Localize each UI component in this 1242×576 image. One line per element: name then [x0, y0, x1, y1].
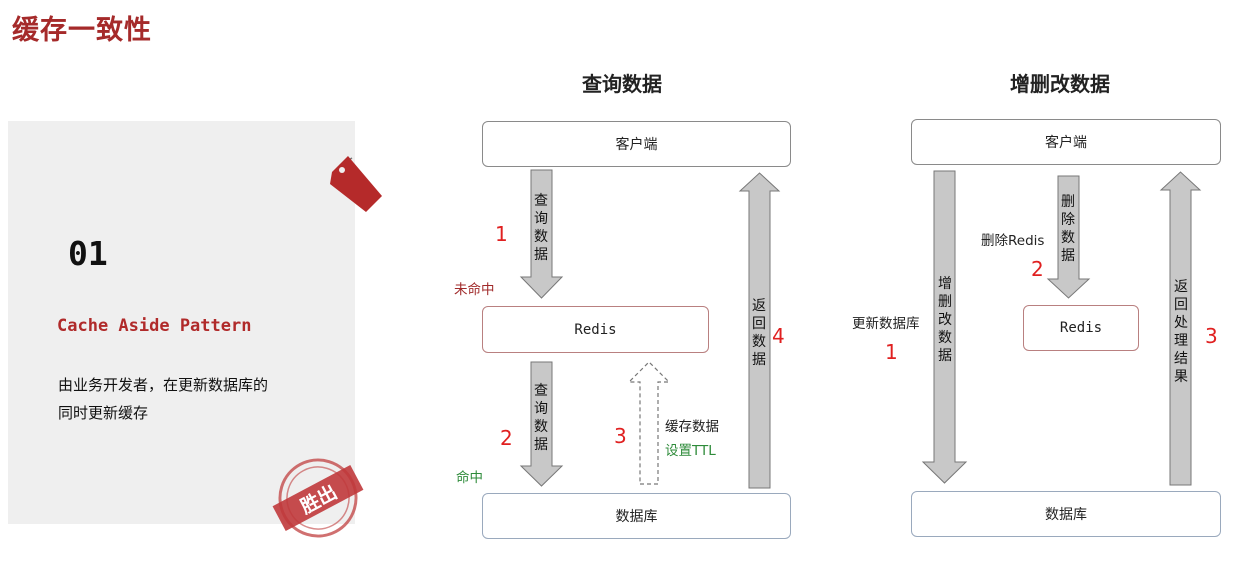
query-arrow-cache-up	[627, 361, 671, 485]
query-db-box: 数据库	[482, 493, 791, 539]
query-step-3: 3	[614, 424, 627, 448]
query-return-text: 返回数据	[752, 298, 766, 368]
update-section-title: 增删改数据	[1010, 72, 1110, 96]
update-redis-box: Redis	[1023, 305, 1139, 351]
query-step-1: 1	[495, 222, 508, 246]
update-step-1: 1	[885, 340, 898, 364]
query-arrow-2-text: 查询数据	[534, 383, 548, 453]
query-arrow-1-text: 查询数据	[534, 193, 548, 263]
query-client-box: 客户端	[482, 121, 791, 167]
query-db-label: 数据库	[615, 509, 658, 525]
query-client-label: 客户端	[615, 137, 658, 153]
delete-redis-label: 删除Redis	[981, 233, 1045, 249]
query-section-title: 查询数据	[582, 72, 662, 96]
cache-miss-label: 未命中	[454, 282, 495, 298]
update-step-2: 2	[1031, 257, 1044, 281]
update-db-box: 数据库	[911, 491, 1221, 537]
update-client-box: 客户端	[911, 119, 1221, 165]
query-step-4: 4	[772, 324, 785, 348]
update-client-label: 客户端	[1045, 135, 1087, 151]
update-arrow-text: 增删改数据	[938, 276, 952, 364]
update-db-label: 数据库	[1045, 507, 1087, 523]
update-redis-label: Redis	[1059, 320, 1103, 336]
query-redis-box: Redis	[482, 306, 709, 353]
update-db-label-left: 更新数据库	[852, 316, 920, 332]
update-step-3: 3	[1205, 324, 1218, 348]
cache-hit-label: 命中	[456, 470, 483, 486]
set-ttl-label: 设置TTL	[665, 443, 716, 459]
update-return-text: 返回处理结果	[1174, 279, 1188, 385]
cache-data-label: 缓存数据	[665, 419, 719, 435]
query-step-2: 2	[500, 426, 513, 450]
delete-arrow-text: 删除数据	[1061, 194, 1075, 264]
query-redis-label: Redis	[574, 321, 617, 338]
